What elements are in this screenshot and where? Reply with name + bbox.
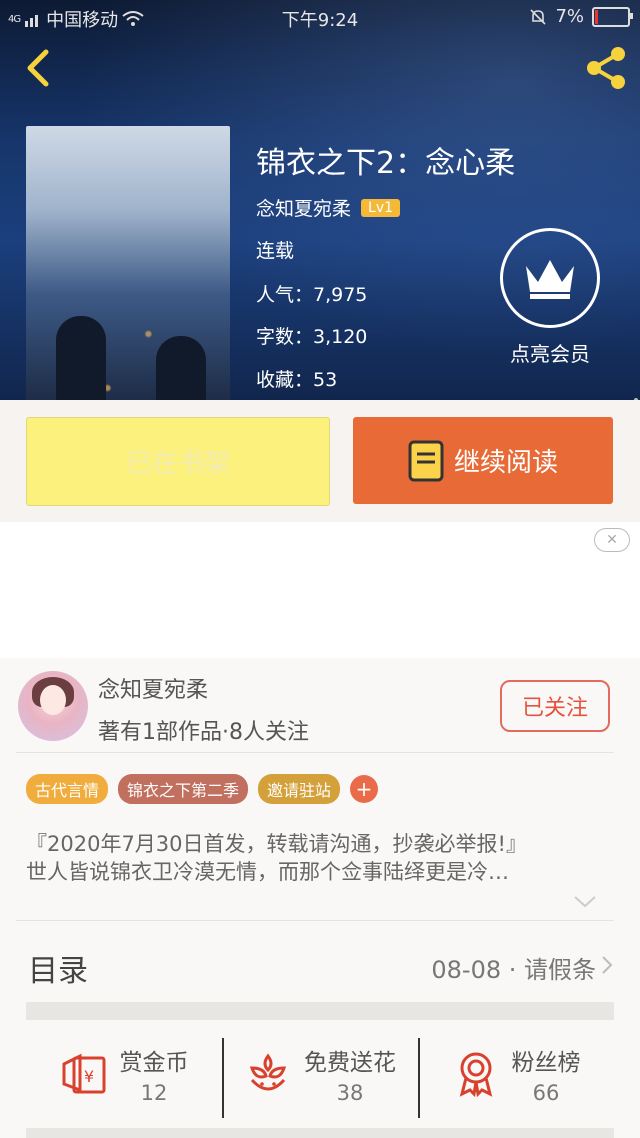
favorites-count: 收藏：53 <box>256 369 338 391</box>
section-separator <box>26 1128 614 1138</box>
svg-text:¥: ¥ <box>83 1067 93 1086</box>
section-separator <box>26 1002 614 1020</box>
red-envelope-icon: ¥ <box>62 1053 105 1094</box>
followed-label: 已关注 <box>521 696 588 721</box>
continue-reading-button[interactable]: 继续阅读 <box>353 417 613 504</box>
description-line: 『2020年7月30日首发，转载请沟通，抄袭必举报!』 <box>26 832 527 856</box>
in-bookshelf-button[interactable]: 已在书架 <box>26 417 330 506</box>
status-bar: 4G 中国移动 下午9:24 7% <box>0 0 640 34</box>
chevron-right-icon <box>602 956 613 974</box>
stats-bar: ¥ 赏金币 12 免费送花 38 粉丝榜 66 <box>26 1030 614 1118</box>
tag-series[interactable]: 锦衣之下第二季 <box>118 774 249 804</box>
mute-bell-icon <box>530 8 547 25</box>
author-stats: 著有1部作品·8人关注 <box>98 720 309 745</box>
book-author[interactable]: 念知夏宛柔 <box>256 194 351 221</box>
reward-coins-count: 12 <box>140 1081 168 1105</box>
followed-button[interactable]: 已关注 <box>500 680 610 732</box>
latest-chapter: 08-08 · 请假条 <box>431 956 596 984</box>
free-flowers-count: 38 <box>336 1081 364 1105</box>
in-bookshelf-label: 已在书架 <box>125 449 230 479</box>
book-title: 锦衣之下2：念心柔 <box>256 146 516 181</box>
free-flowers-label: 免费送花 <box>304 1050 396 1076</box>
battery-icon <box>592 6 633 27</box>
popularity-count: 人气：7,975 <box>256 284 368 306</box>
tag-invite-resident[interactable]: 邀请驻站 <box>258 774 341 804</box>
word-count: 字数：3,120 <box>256 326 368 348</box>
continue-reading-label: 继续阅读 <box>453 448 558 478</box>
author-avatar[interactable] <box>18 671 88 741</box>
divider <box>16 752 614 753</box>
reward-coins-label: 赏金币 <box>119 1050 189 1076</box>
ad-close-icon[interactable]: ✕ <box>594 528 630 552</box>
fans-ranking-count: 66 <box>532 1081 560 1105</box>
action-bar: 已在书架 继续阅读 <box>0 400 640 522</box>
flower-icon <box>249 1053 287 1091</box>
book-cover[interactable] <box>26 126 230 400</box>
reward-coins-button[interactable]: ¥ 赏金币 12 <box>26 1030 222 1118</box>
expand-chevron-icon[interactable] <box>572 894 598 910</box>
crown-icon <box>526 260 574 299</box>
table-of-contents-row[interactable]: 目录 08-08 · 请假条 <box>0 924 640 1004</box>
medal-icon <box>459 1052 492 1098</box>
vip-label: 点亮会员 <box>510 342 590 366</box>
add-tag-icon[interactable]: + <box>350 775 379 803</box>
tag-list: 古代言情 锦衣之下第二季 邀请驻站 + <box>26 774 379 804</box>
book-author-row: 念知夏宛柔 Lv1 <box>256 194 401 221</box>
ad-banner: ✕ <box>0 522 640 658</box>
level-badge: Lv1 <box>361 198 401 217</box>
free-flowers-button[interactable]: 免费送花 38 <box>222 1030 418 1118</box>
toc-label: 目录 <box>28 954 88 989</box>
description-line: 世人皆说锦衣卫冷漠无情，而那个佥事陆绎更是冷… <box>26 860 509 884</box>
vip-button[interactable]: 点亮会员 <box>500 228 600 367</box>
share-icon[interactable] <box>582 44 630 92</box>
author-section: 念知夏宛柔 著有1部作品·8人关注 已关注 古代言情 锦衣之下第二季 邀请驻站 … <box>0 658 640 1138</box>
fans-ranking-label: 粉丝榜 <box>511 1050 581 1076</box>
fans-ranking-button[interactable]: 粉丝榜 66 <box>418 1030 614 1118</box>
book-description[interactable]: 『2020年7月30日首发，转载请沟通，抄袭必举报!』 世人皆说锦衣卫冷漠无情，… <box>26 830 606 886</box>
divider <box>16 920 614 921</box>
author-name[interactable]: 念知夏宛柔 <box>98 672 208 704</box>
back-arrow-icon[interactable] <box>18 46 62 90</box>
book-status: 连载 <box>256 240 295 262</box>
tag-ancient-romance[interactable]: 古代言情 <box>26 774 109 804</box>
book-icon <box>408 440 444 481</box>
battery-percent: 7% <box>555 6 584 27</box>
book-header: 4G 中国移动 下午9:24 7% 锦衣之下2：念心柔 念知夏宛柔 Lv1 连载… <box>0 0 640 400</box>
